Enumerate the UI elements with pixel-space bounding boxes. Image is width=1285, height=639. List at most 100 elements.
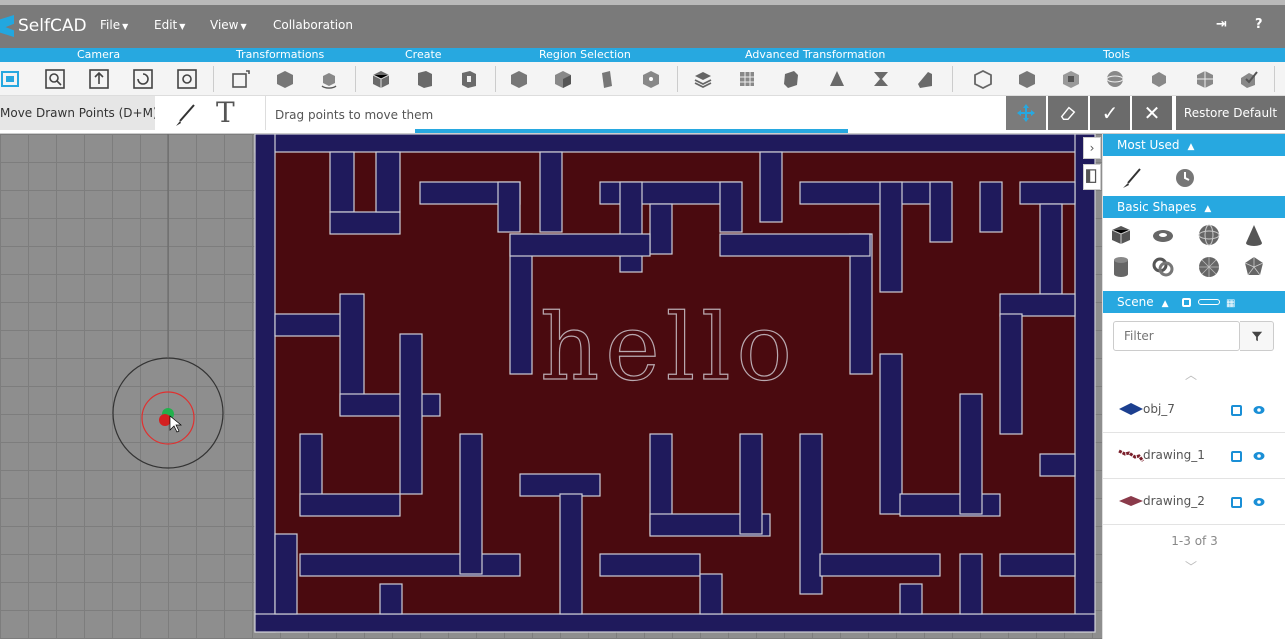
maze-wall-segment xyxy=(329,211,401,235)
scene-filter-input[interactable] xyxy=(1113,321,1240,351)
mesh-icon[interactable] xyxy=(736,68,758,90)
toolbar-separator xyxy=(495,66,496,92)
text-tool-button[interactable]: T xyxy=(216,98,235,128)
maze-wall-segment xyxy=(619,181,643,273)
sketch-extrude-icon[interactable] xyxy=(458,68,480,90)
app-logo[interactable]: SelfCAD xyxy=(0,14,87,38)
visibility-eye-icon[interactable] xyxy=(1253,405,1265,415)
cancel-button[interactable]: ✕ xyxy=(1132,96,1172,130)
bevel-icon[interactable] xyxy=(780,68,802,90)
menu-view[interactable]: View ▼ xyxy=(210,18,247,32)
camera-pan-icon[interactable] xyxy=(88,68,110,90)
menu-file[interactable]: File ▼ xyxy=(100,18,128,32)
mesh-repair-icon[interactable] xyxy=(1194,68,1216,90)
toggle-icon[interactable] xyxy=(1198,299,1221,305)
maze-wall-segment xyxy=(539,151,563,233)
grid-view-icon[interactable]: ▦ xyxy=(1226,293,1235,315)
camera-home-icon[interactable] xyxy=(0,68,22,90)
progress-bar xyxy=(415,129,848,133)
scene-header[interactable]: Scene ▲ ▦ xyxy=(1103,291,1285,313)
maze-wall-segment xyxy=(274,533,298,615)
visibility-eye-icon[interactable] xyxy=(1253,497,1265,507)
maze-wall-segment xyxy=(999,313,1023,435)
scene-item-drawing2[interactable]: drawing_2 xyxy=(1103,479,1285,525)
3d-viewport[interactable]: hello xyxy=(0,134,1102,639)
cylinder-shape-icon[interactable] xyxy=(1109,255,1133,279)
move-points-button[interactable] xyxy=(1006,96,1046,130)
app-title: SelfCAD xyxy=(18,16,87,36)
drawn-point-gizmo[interactable] xyxy=(112,357,224,469)
scroll-up-chevron-icon[interactable]: ︿ xyxy=(1185,366,1197,383)
maze-wall-segment xyxy=(379,583,403,615)
knot-shape-icon[interactable] xyxy=(1151,255,1175,279)
most-used-header[interactable]: Most Used ▲ xyxy=(1103,134,1285,156)
panel-toggle-button[interactable] xyxy=(1083,164,1101,190)
category-advanced-transformation[interactable]: Advanced Transformation xyxy=(745,48,885,62)
maze-wall-segment xyxy=(759,151,783,223)
solid-icon[interactable] xyxy=(1016,68,1038,90)
eraser-button[interactable] xyxy=(1048,96,1088,130)
maze-model[interactable]: hello xyxy=(0,134,1102,639)
select-object-checkbox[interactable] xyxy=(1231,451,1242,462)
category-create[interactable]: Create xyxy=(405,48,442,62)
category-camera[interactable]: Camera xyxy=(77,48,120,62)
sphere-shape-icon[interactable] xyxy=(1197,223,1221,247)
scene-item-obj7[interactable]: obj_7 xyxy=(1103,387,1285,433)
visibility-eye-icon[interactable] xyxy=(1253,451,1265,461)
maze-wall-segment xyxy=(599,553,701,577)
accept-button[interactable]: ✓ xyxy=(1090,96,1130,130)
sphere-tool-icon[interactable] xyxy=(1104,68,1126,90)
cone-icon[interactable] xyxy=(826,68,848,90)
select-vertex-icon[interactable] xyxy=(640,68,662,90)
filter-button[interactable] xyxy=(1240,321,1274,351)
eraser-icon xyxy=(1060,106,1076,121)
slice-icon[interactable] xyxy=(914,68,936,90)
menu-edit[interactable]: Edit ▼ xyxy=(154,18,185,32)
check-tool-icon[interactable] xyxy=(1238,68,1260,90)
cone-shape-icon[interactable] xyxy=(1242,223,1266,247)
select-object-checkbox[interactable] xyxy=(1231,497,1242,508)
maze-wall-segment xyxy=(959,393,983,515)
camera-settings-icon[interactable] xyxy=(176,68,198,90)
restore-default-button[interactable]: Restore Default xyxy=(1176,96,1285,130)
group-icon[interactable] xyxy=(1060,68,1082,90)
shell-icon[interactable] xyxy=(972,68,994,90)
torus-shape-icon[interactable] xyxy=(1151,223,1175,247)
category-region-selection[interactable]: Region Selection xyxy=(539,48,631,62)
scene-item-drawing1[interactable]: drawing_1 xyxy=(1103,433,1285,479)
menu-collaboration[interactable]: Collaboration xyxy=(273,18,353,32)
scroll-down-chevron-icon[interactable]: ﹀ xyxy=(1185,558,1197,575)
round-icon[interactable] xyxy=(1148,68,1170,90)
icosahedron-shape-icon[interactable] xyxy=(1242,255,1266,279)
brush-icon[interactable] xyxy=(1120,166,1144,190)
select-face-icon[interactable] xyxy=(508,68,530,90)
select-object-checkbox[interactable] xyxy=(1231,405,1242,416)
select-region-icon[interactable] xyxy=(552,68,574,90)
category-tools[interactable]: Tools xyxy=(1103,48,1130,62)
caret-down-icon: ▼ xyxy=(179,22,186,31)
camera-zoom-icon[interactable] xyxy=(44,68,66,90)
geosphere-shape-icon[interactable] xyxy=(1197,255,1221,279)
menu-bar: SelfCAD File ▼ Edit ▼ View ▼ Collaboration … xyxy=(0,0,1285,48)
help-icon[interactable]: ? xyxy=(1255,17,1263,32)
select-all-icon[interactable] xyxy=(1182,298,1192,307)
maze-wall-segment xyxy=(1019,181,1076,205)
cube-create-icon[interactable] xyxy=(370,68,392,90)
cube-shape-icon[interactable] xyxy=(1109,223,1133,247)
category-transformations[interactable]: Transformations xyxy=(236,48,324,62)
extrude-icon[interactable] xyxy=(414,68,436,90)
rotate-object-icon[interactable] xyxy=(318,68,340,90)
scale-icon[interactable] xyxy=(274,68,296,90)
twist-icon[interactable] xyxy=(870,68,892,90)
camera-rotate-icon[interactable] xyxy=(132,68,154,90)
category-bar: Camera Transformations Create Region Sel… xyxy=(0,48,1285,62)
stack-icon[interactable] xyxy=(692,68,714,90)
move-icon[interactable] xyxy=(230,68,252,90)
select-edge-icon[interactable] xyxy=(596,68,618,90)
maze-wall-segment xyxy=(299,553,521,577)
brush-icon[interactable] xyxy=(172,102,198,128)
basic-shapes-header[interactable]: Basic Shapes ▲ xyxy=(1103,196,1285,218)
history-icon[interactable] xyxy=(1173,166,1197,190)
login-icon[interactable]: ⇥ xyxy=(1216,17,1227,32)
collapse-panel-button[interactable]: › xyxy=(1083,137,1101,159)
